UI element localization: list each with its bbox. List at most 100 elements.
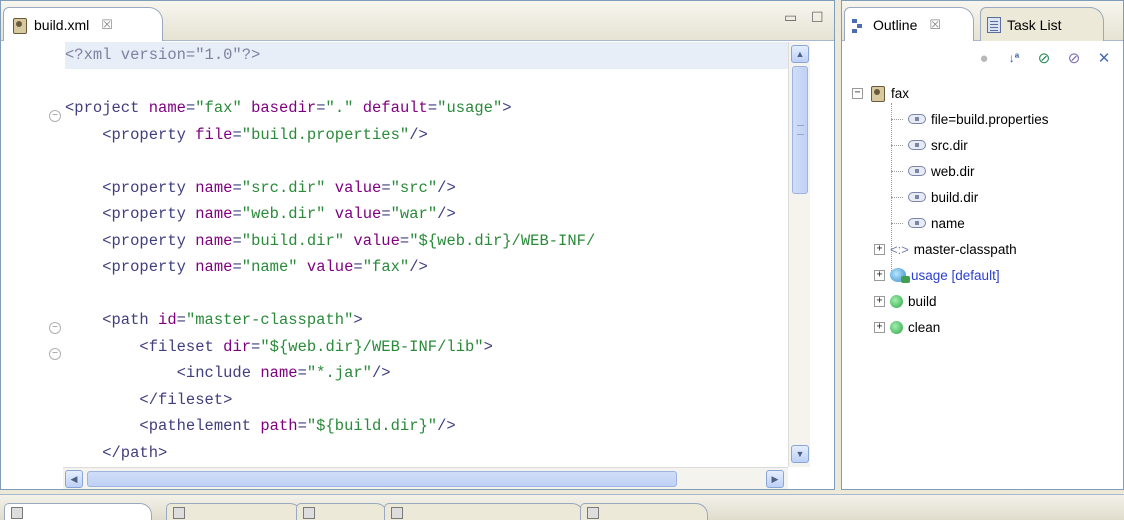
tree-item[interactable]: + build [874,291,937,311]
editor-gutter: − − − [1,42,63,467]
code-token: /> [409,258,428,276]
tree-item[interactable]: file=build.properties [891,109,1049,129]
hide-fields-icon[interactable]: ● [975,49,993,67]
fold-collapse-icon[interactable]: − [49,110,61,122]
code-line[interactable]: <property name="build.dir" value="${web.… [65,228,788,255]
code-line[interactable]: <path id="master-classpath"> [65,307,788,334]
expand-icon[interactable]: + [874,269,885,281]
code-token: <fileset [65,337,224,356]
hide-nonpublic-icon[interactable]: ⊘ [1065,49,1083,67]
code-token: "fax" [195,99,242,117]
minimize-icon[interactable]: ▭ [784,9,797,26]
tree-root[interactable]: − fax [852,83,909,103]
scroll-down-button[interactable]: ▼ [791,445,809,463]
close-icon[interactable]: ☒ [101,17,113,33]
code-token: file [195,125,233,144]
tree-item[interactable]: + <:> master-classpath [874,239,1017,259]
code-line[interactable]: <property file="build.properties"/> [65,122,788,149]
property-icon [908,114,926,124]
scroll-left-button[interactable]: ◀ [65,470,83,488]
code-line[interactable] [65,148,788,175]
tree-connector [891,170,903,172]
expand-icon[interactable]: + [874,321,885,333]
tree-item[interactable]: + clean [874,317,940,337]
bottom-tab[interactable] [166,503,302,520]
code-line[interactable]: </path> [65,440,788,467]
code-token: "usage" [437,99,503,117]
code-line[interactable]: <?xml version="1.0"?> [65,42,788,69]
code-token: </fileset> [65,390,233,409]
collapse-icon[interactable]: − [852,87,863,99]
bottom-tab[interactable] [4,503,152,520]
property-icon [908,192,926,202]
tab-build-xml[interactable]: build.xml ☒ [3,7,163,41]
code-token: "src.dir" [241,178,326,197]
tab-label: build.xml [34,16,90,33]
tab-task-list[interactable]: Task List [980,7,1104,41]
tree-item-label: file=build.properties [931,111,1049,127]
horizontal-scrollbar[interactable]: ◀ ▶ [63,467,788,489]
sort-az-icon[interactable]: ↓ª [1005,49,1023,67]
panel-icon [303,506,315,519]
code-line[interactable] [65,69,788,96]
tree-connector [891,118,903,120]
tree-item[interactable]: + usage [default] [874,265,1000,285]
code-line[interactable]: <property name="src.dir" value="src"/> [65,175,788,202]
outline-icon [851,17,867,33]
code-line[interactable] [65,281,788,308]
horizontal-scroll-thumb[interactable] [87,471,677,487]
tree-item[interactable]: web.dir [891,161,975,181]
code-token: <include [65,364,261,382]
code-token: name [195,205,233,223]
tree-item-label: build [908,293,937,309]
fold-collapse-icon[interactable]: − [49,322,61,334]
tree-connector [891,222,903,224]
ant-file-icon [10,16,28,34]
tree-item[interactable]: build.dir [891,187,978,207]
hide-static-icon[interactable]: ✕ [1095,49,1113,67]
bottom-tab[interactable] [580,503,708,520]
scroll-up-button[interactable]: ▲ [791,45,809,63]
code-line[interactable]: <project name="fax" basedir="." default=… [65,95,788,122]
maximize-icon[interactable]: ☐ [811,9,824,26]
expand-icon[interactable]: + [874,295,885,307]
bottom-tab[interactable] [296,503,388,520]
bottom-panel-tabs [0,494,1124,520]
filter-icon[interactable]: ⊘ [1035,49,1053,67]
code-editor[interactable]: − − − <?xml version="1.0"?> <project nam… [1,42,788,467]
tree-item[interactable]: name [891,213,965,233]
property-icon [908,218,926,228]
code-token: value [334,205,382,223]
code-token: = [232,231,242,250]
tree-item[interactable]: src.dir [891,135,968,155]
tree-connector [891,144,903,146]
close-icon[interactable]: ☒ [929,17,941,33]
vertical-scrollbar[interactable]: ▲ ▼ [788,42,810,467]
bottom-tab[interactable] [384,503,584,520]
code-token: name [148,99,186,117]
expand-icon[interactable]: + [874,243,885,255]
code-token: = [232,258,242,276]
code-token: <property [65,231,196,250]
tab-outline[interactable]: Outline ☒ [844,7,974,41]
code-token: /> [372,364,391,382]
code-token: basedir [251,99,317,117]
fold-collapse-icon[interactable]: − [49,348,61,360]
vertical-scroll-thumb[interactable] [792,66,808,194]
code-token: <path [65,311,159,329]
scroll-right-button[interactable]: ▶ [766,470,784,488]
code-line[interactable]: <property name="web.dir" value="war"/> [65,201,788,228]
code-token: id [158,311,177,329]
code-token: = [297,417,307,435]
code-token: "build.properties" [241,125,410,144]
code-token: "fax" [362,258,410,276]
outline-tabbar: Outline ☒ Task List [842,1,1123,41]
code-line[interactable]: <include name="*.jar"/> [65,360,788,387]
code-line[interactable]: <property name="name" value="fax"/> [65,254,788,281]
code-token: > [483,337,493,356]
code-line[interactable]: </fileset> [65,387,788,414]
code-line[interactable]: <pathelement path="${build.dir}"/> [65,413,788,440]
code-line[interactable]: <fileset dir="${web.dir}/WEB-INF/lib"> [65,334,788,361]
